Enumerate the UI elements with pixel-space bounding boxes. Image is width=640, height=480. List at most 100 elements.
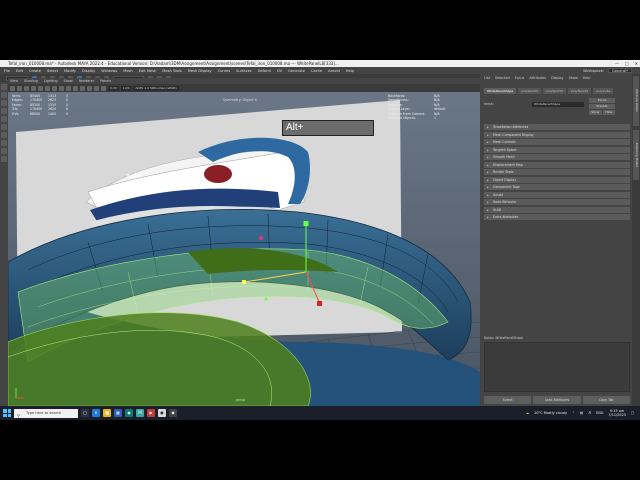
tab-polytweak5[interactable]: polyTweak5 (567, 87, 592, 94)
focus-button[interactable]: Focus (589, 98, 615, 103)
section-uuid[interactable]: ▶ UUID (484, 206, 630, 214)
menu-mesh-display[interactable]: Mesh Display (188, 69, 212, 73)
menu-windows[interactable]: Windows (101, 69, 117, 73)
copy-tab-button[interactable]: Copy Tab (582, 396, 630, 404)
notifications-icon[interactable]: □ (631, 411, 634, 415)
app-icon[interactable]: ◆ (169, 409, 177, 417)
taskbar-search-input[interactable]: ⚲ Type here to search (14, 408, 78, 418)
menu-deform[interactable]: Deform (258, 69, 271, 73)
last-tool-icon[interactable] (1, 132, 7, 138)
viewport-3d[interactable]: Verts: 85400 1313 0 Edges: 170400 2623 0 Faces: 8… (8, 92, 480, 406)
viewport-menu-lighting[interactable]: Lighting (44, 79, 58, 83)
viewport-menu-shading[interactable]: Shading (24, 79, 38, 83)
tab-modeling-toolkit[interactable]: Modeling Toolkit (633, 130, 639, 180)
viewport-menu-renderer[interactable]: Renderer (79, 79, 94, 83)
manipulator-x-handle[interactable] (242, 280, 246, 284)
smooth-shade-icon[interactable] (66, 85, 71, 91)
section-mesh-controls[interactable]: ▶ Mesh Controls (484, 139, 630, 146)
camera-lock-icon[interactable] (17, 85, 22, 91)
select-tool-icon[interactable] (1, 84, 7, 90)
menu-modify[interactable]: Modify (64, 69, 76, 73)
ae-menu-attributes[interactable]: Attributes (529, 76, 546, 80)
rotate-tool-icon[interactable] (1, 116, 7, 122)
section-component-tags[interactable]: ▶ Component Tags (484, 184, 630, 191)
show-button[interactable]: Show (589, 110, 602, 115)
menu-edit[interactable]: Edit (16, 69, 23, 73)
manipulator-center[interactable] (264, 297, 268, 301)
section-object-display[interactable]: ▶ Object Display (484, 176, 630, 184)
maximize-icon[interactable]: □ (625, 60, 629, 67)
textured-icon[interactable] (73, 85, 78, 91)
hide-button[interactable]: Hide (602, 110, 615, 115)
gamma-field[interactable]: 1.00 (120, 85, 132, 91)
select-button[interactable]: Select (484, 396, 532, 404)
section-displacement-map[interactable]: ▶ Displacement Map (484, 161, 630, 169)
weather-icon[interactable]: ☁ (526, 411, 529, 415)
bookmark-icon[interactable] (24, 85, 29, 91)
shadows-icon[interactable] (87, 85, 92, 91)
tab-polycube[interactable]: polyCube (593, 87, 614, 94)
manipulator-pivot-dot[interactable] (258, 235, 264, 241)
menu-uv[interactable]: UV (277, 69, 282, 73)
minimize-icon[interactable]: — (615, 60, 619, 67)
tab-polysplit39[interactable]: polySplit39 (543, 87, 566, 94)
manipulator-z-handle[interactable] (317, 301, 322, 306)
image-plane-icon[interactable] (31, 85, 36, 91)
menu-curves[interactable]: Curves (218, 69, 230, 73)
taskbar-clock[interactable]: 9:15 am 7/11/2023 (608, 409, 625, 417)
menu-edit-mesh[interactable]: Edit Mesh (139, 69, 157, 73)
section-smooth-mesh[interactable]: ▶ Smooth Mesh (484, 154, 630, 161)
menu-help[interactable]: Help (346, 69, 354, 73)
task-view-icon[interactable]: ▢ (81, 409, 89, 417)
network-icon[interactable]: ▤ (580, 411, 583, 415)
store-icon[interactable]: ▦ (114, 409, 122, 417)
media-player-icon[interactable]: ▶ (147, 409, 155, 417)
volume-icon[interactable]: ♬ (588, 411, 591, 415)
lasso-tool-icon[interactable] (1, 92, 7, 98)
tab-polysplit40[interactable]: polySplit40 (518, 87, 542, 94)
chrome-icon[interactable]: ● (158, 409, 166, 417)
menu-create[interactable]: Create (29, 69, 41, 73)
menu-generate[interactable]: Generate (288, 69, 305, 73)
workspace-select[interactable]: General* (608, 68, 632, 73)
section-extra-attributes[interactable]: ▶ Extra Attributes (484, 214, 630, 221)
paint-select-icon[interactable] (1, 100, 7, 106)
tab-attribute-editor[interactable]: Attribute Editor (633, 76, 639, 126)
lights-icon[interactable] (80, 85, 85, 91)
presets-button[interactable]: Presets (589, 104, 615, 109)
ae-menu-help[interactable]: Help (583, 76, 591, 80)
maya-icon[interactable]: M (136, 409, 144, 417)
section-tessellation-attributes[interactable]: ▶ Tessellation Attributes (484, 124, 630, 131)
menu-mesh-tools[interactable]: Mesh Tools (162, 69, 181, 73)
menu-file[interactable]: File (4, 69, 10, 73)
file-explorer-icon[interactable]: ■ (103, 409, 111, 417)
ae-menu-list[interactable]: List (484, 76, 490, 80)
section-node-behavior[interactable]: ▶ Node Behavior (484, 199, 630, 206)
grid-icon[interactable] (38, 85, 43, 91)
manipulator-y-handle[interactable] (303, 221, 309, 226)
xray-icon[interactable] (94, 85, 99, 91)
mesh-name-field[interactable]: WhitePanelShape (532, 102, 584, 107)
exposure-field[interactable]: 0.00 (108, 85, 119, 91)
ae-menu-display[interactable]: Display (551, 76, 564, 80)
isolate-icon[interactable] (101, 85, 106, 91)
load-attributes-button[interactable]: Load Attributes (533, 396, 581, 404)
viewport-menu-show[interactable]: Show (64, 79, 73, 83)
windows-start-icon[interactable] (3, 409, 11, 417)
weather-text[interactable]: 20°C Mostly cloudy (534, 411, 567, 415)
viewport-menu-view[interactable]: View (10, 79, 18, 83)
section-render-stats[interactable]: ▶ Render Stats (484, 169, 630, 176)
notes-textarea[interactable] (484, 342, 630, 392)
wireframe-icon[interactable] (59, 85, 64, 91)
color-space-select[interactable]: ACES 1.0 SDR-video (sRGB) (133, 85, 179, 91)
menu-surfaces[interactable]: Surfaces (236, 69, 252, 73)
viewport-menu-panels[interactable]: Panels (100, 79, 111, 83)
menu-display[interactable]: Display (82, 69, 95, 73)
edge-icon[interactable]: e (92, 409, 100, 417)
language-indicator[interactable]: ENG (596, 411, 603, 415)
menu-cache[interactable]: Cache (311, 69, 322, 73)
move-tool-icon[interactable] (1, 108, 7, 114)
layout-single-icon[interactable] (1, 140, 7, 146)
menu-mesh[interactable]: Mesh (123, 69, 132, 73)
menu-select[interactable]: Select (47, 69, 58, 73)
